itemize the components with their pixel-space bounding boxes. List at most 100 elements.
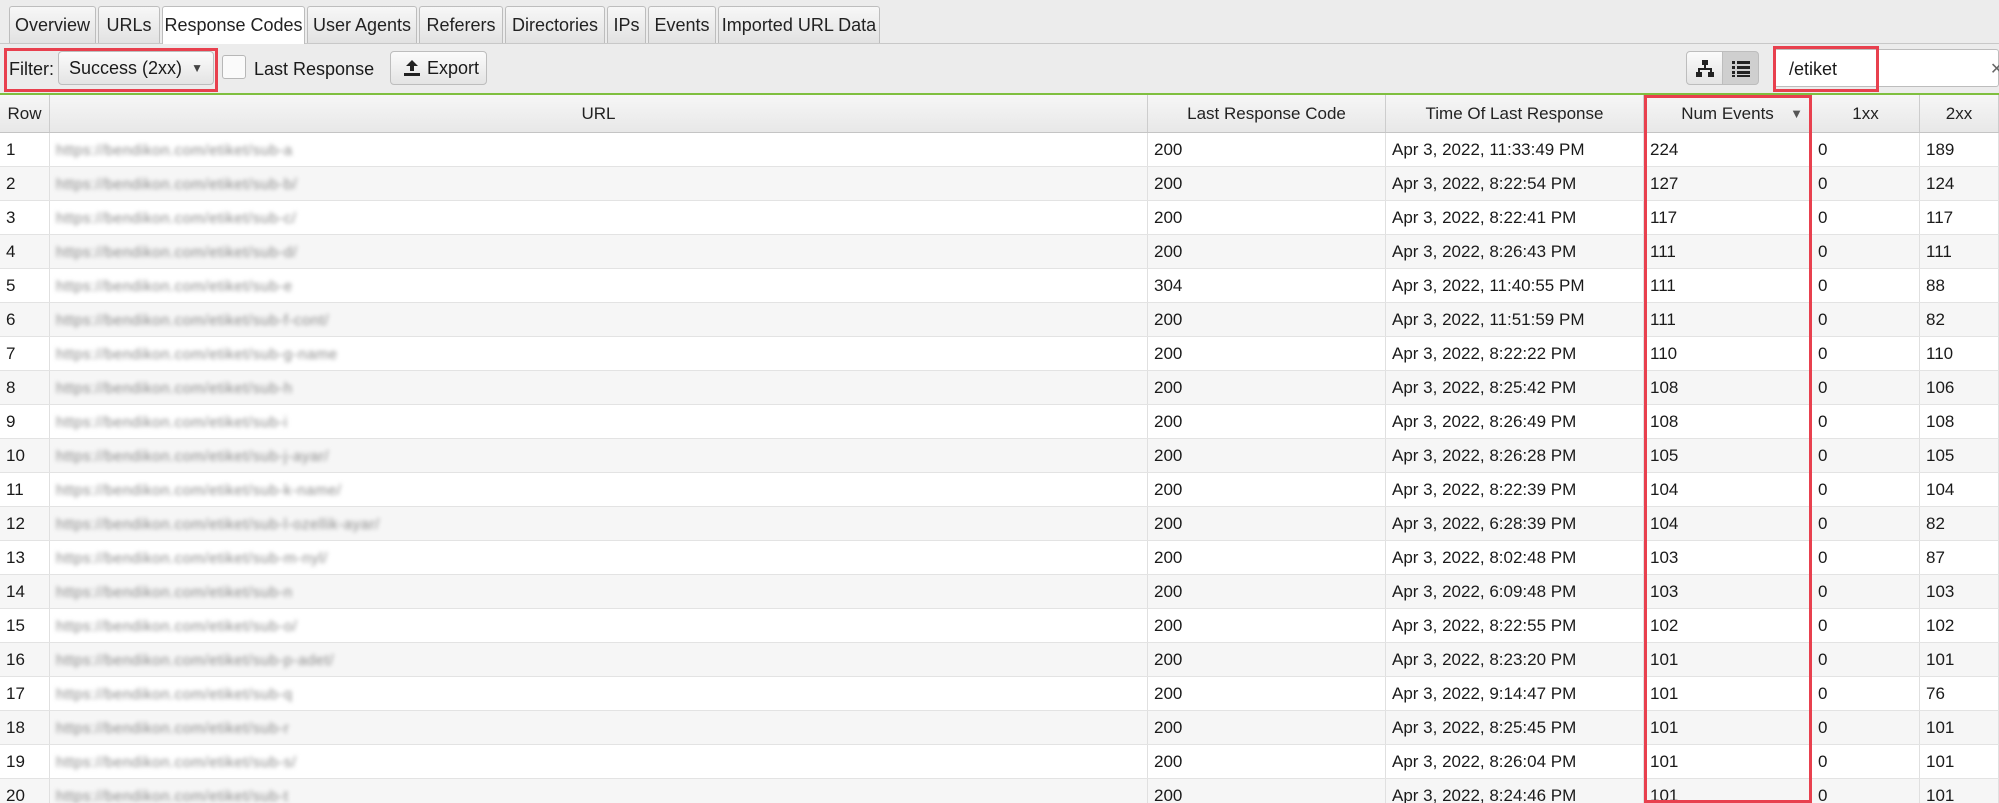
tab-referers[interactable]: Referers: [419, 6, 503, 43]
tab-events[interactable]: Events: [648, 6, 716, 43]
table-row[interactable]: 4 https://bendikon.com/etiket/sub-d/200 Ap…: [0, 235, 1999, 269]
table-row[interactable]: 16 https://bendikon.com/etiket/sub-p-adet…: [0, 643, 1999, 677]
cell-2xx: 82: [1920, 507, 1999, 540]
column-header-num-events[interactable]: Num Events ▼: [1644, 95, 1812, 132]
table-row[interactable]: 2 https://bendikon.com/etiket/sub-b/200 Ap…: [0, 167, 1999, 201]
cell-url: https://bendikon.com/etiket/sub-o/: [50, 609, 1148, 642]
tab-response-codes[interactable]: Response Codes: [162, 6, 305, 44]
column-header-2xx[interactable]: 2xx: [1920, 95, 1999, 132]
tree-icon: [1696, 60, 1714, 77]
cell-num-events: 103: [1644, 541, 1812, 574]
cell-time-of-last-response: Apr 3, 2022, 8:02:48 PM: [1386, 541, 1644, 574]
cell-last-response-code: 200: [1148, 473, 1386, 506]
upload-icon: [404, 60, 420, 76]
cell-last-response-code: 200: [1148, 235, 1386, 268]
cell-2xx: 101: [1920, 779, 1999, 803]
column-header-last-response-code[interactable]: Last Response Code: [1148, 95, 1386, 132]
column-header-row[interactable]: Row: [0, 95, 50, 132]
cell-1xx: 0: [1812, 609, 1920, 642]
last-response-checkbox[interactable]: [222, 55, 246, 79]
cell-2xx: 101: [1920, 745, 1999, 778]
cell-2xx: 106: [1920, 371, 1999, 404]
table-row[interactable]: 15 https://bendikon.com/etiket/sub-o/200 A…: [0, 609, 1999, 643]
tab-bar: Overview URLs Response Codes User Agents…: [0, 0, 1999, 44]
cell-2xx: 124: [1920, 167, 1999, 200]
tab-urls[interactable]: URLs: [98, 6, 160, 43]
cell-1xx: 0: [1812, 133, 1920, 166]
cell-num-events: 108: [1644, 371, 1812, 404]
cell-url: https://bendikon.com/etiket/sub-e: [50, 269, 1148, 302]
close-icon[interactable]: ✕: [1990, 59, 1999, 79]
cell-1xx: 0: [1812, 201, 1920, 234]
cell-time-of-last-response: Apr 3, 2022, 11:51:59 PM: [1386, 303, 1644, 336]
cell-url: https://bendikon.com/etiket/sub-a: [50, 133, 1148, 166]
cell-num-events: 111: [1644, 303, 1812, 336]
table-row[interactable]: 5 https://bendikon.com/etiket/sub-e 304 Apr…: [0, 269, 1999, 303]
cell-row: 6: [0, 303, 50, 336]
num-events-label: Num Events: [1681, 104, 1774, 123]
cell-url: https://bendikon.com/etiket/sub-c/: [50, 201, 1148, 234]
table-row[interactable]: 6 https://bendikon.com/etiket/sub-f-cont/…: [0, 303, 1999, 337]
table-row[interactable]: 17 https://bendikon.com/etiket/sub-q 200 Ap…: [0, 677, 1999, 711]
column-header-1xx[interactable]: 1xx: [1812, 95, 1920, 132]
cell-num-events: 104: [1644, 473, 1812, 506]
cell-num-events: 117: [1644, 201, 1812, 234]
cell-last-response-code: 200: [1148, 371, 1386, 404]
cell-last-response-code: 200: [1148, 337, 1386, 370]
cell-1xx: 0: [1812, 745, 1920, 778]
table-row[interactable]: 20 https://bendikon.com/etiket/sub-t 200 Ap…: [0, 779, 1999, 803]
list-view-button[interactable]: [1722, 51, 1759, 85]
cell-time-of-last-response: Apr 3, 2022, 11:33:49 PM: [1386, 133, 1644, 166]
cell-row: 11: [0, 473, 50, 506]
url-text: https://bendikon.com/etiket/sub-q: [56, 686, 293, 703]
cell-row: 15: [0, 609, 50, 642]
cell-num-events: 111: [1644, 269, 1812, 302]
search-input[interactable]: /etiket: [1774, 49, 1999, 87]
table-row[interactable]: 18 https://bendikon.com/etiket/sub-r 200 Ap…: [0, 711, 1999, 745]
cell-time-of-last-response: Apr 3, 2022, 9:14:47 PM: [1386, 677, 1644, 710]
url-text: https://bendikon.com/etiket/sub-a: [56, 142, 293, 159]
tab-ips[interactable]: IPs: [607, 6, 646, 43]
cell-num-events: 102: [1644, 609, 1812, 642]
cell-1xx: 0: [1812, 439, 1920, 472]
cell-url: https://bendikon.com/etiket/sub-q: [50, 677, 1148, 710]
column-header-url[interactable]: URL: [50, 95, 1148, 132]
table-row[interactable]: 3 https://bendikon.com/etiket/sub-c/200 Ap…: [0, 201, 1999, 235]
table-row[interactable]: 1 https://bendikon.com/etiket/sub-a 200 Apr…: [0, 133, 1999, 167]
cell-url: https://bendikon.com/etiket/sub-p-adet/: [50, 643, 1148, 676]
table-row[interactable]: 9 https://bendikon.com/etiket/sub-i 200 Apr…: [0, 405, 1999, 439]
cell-num-events: 101: [1644, 677, 1812, 710]
url-text: https://bendikon.com/etiket/sub-i: [56, 414, 288, 431]
cell-2xx: 88: [1920, 269, 1999, 302]
cell-2xx: 117: [1920, 201, 1999, 234]
last-response-label: Last Response: [254, 59, 375, 79]
cell-row: 2: [0, 167, 50, 200]
cell-row: 1: [0, 133, 50, 166]
url-text: https://bendikon.com/etiket/sub-d/: [56, 244, 298, 261]
tab-overview[interactable]: Overview: [9, 6, 96, 43]
url-text: https://bendikon.com/etiket/sub-s/: [56, 754, 297, 771]
table-row[interactable]: 14 https://bendikon.com/etiket/sub-n 200 Ap…: [0, 575, 1999, 609]
cell-url: https://bendikon.com/etiket/sub-r: [50, 711, 1148, 744]
table-row[interactable]: 19 https://bendikon.com/etiket/sub-s/200 A…: [0, 745, 1999, 779]
table-row[interactable]: 11 https://bendikon.com/etiket/sub-k-name…: [0, 473, 1999, 507]
column-header-time-of-last-response[interactable]: Time Of Last Response: [1386, 95, 1644, 132]
cell-row: 19: [0, 745, 50, 778]
list-icon: [1732, 61, 1750, 77]
filter-dropdown[interactable]: Success (2xx) ▼: [58, 51, 214, 85]
table-row[interactable]: 12 https://bendikon.com/etiket/sub-l-ozel…: [0, 507, 1999, 541]
cell-time-of-last-response: Apr 3, 2022, 8:22:54 PM: [1386, 167, 1644, 200]
tab-directories[interactable]: Directories: [505, 6, 605, 43]
cell-time-of-last-response: Apr 3, 2022, 8:26:49 PM: [1386, 405, 1644, 438]
url-text: https://bendikon.com/etiket/sub-b/: [56, 176, 298, 193]
tab-user-agents[interactable]: User Agents: [307, 6, 417, 43]
export-button[interactable]: Export: [390, 51, 487, 85]
table-row[interactable]: 8 https://bendikon.com/etiket/sub-h 200 Apr…: [0, 371, 1999, 405]
table-row[interactable]: 13 https://bendikon.com/etiket/sub-m-nyl/…: [0, 541, 1999, 575]
cell-time-of-last-response: Apr 3, 2022, 8:25:45 PM: [1386, 711, 1644, 744]
table-row[interactable]: 7 https://bendikon.com/etiket/sub-g-name 2…: [0, 337, 1999, 371]
table-row[interactable]: 10 https://bendikon.com/etiket/sub-j-ayar…: [0, 439, 1999, 473]
tab-imported-url-data[interactable]: Imported URL Data: [718, 6, 880, 43]
tree-view-button[interactable]: [1686, 51, 1723, 85]
cell-row: 17: [0, 677, 50, 710]
